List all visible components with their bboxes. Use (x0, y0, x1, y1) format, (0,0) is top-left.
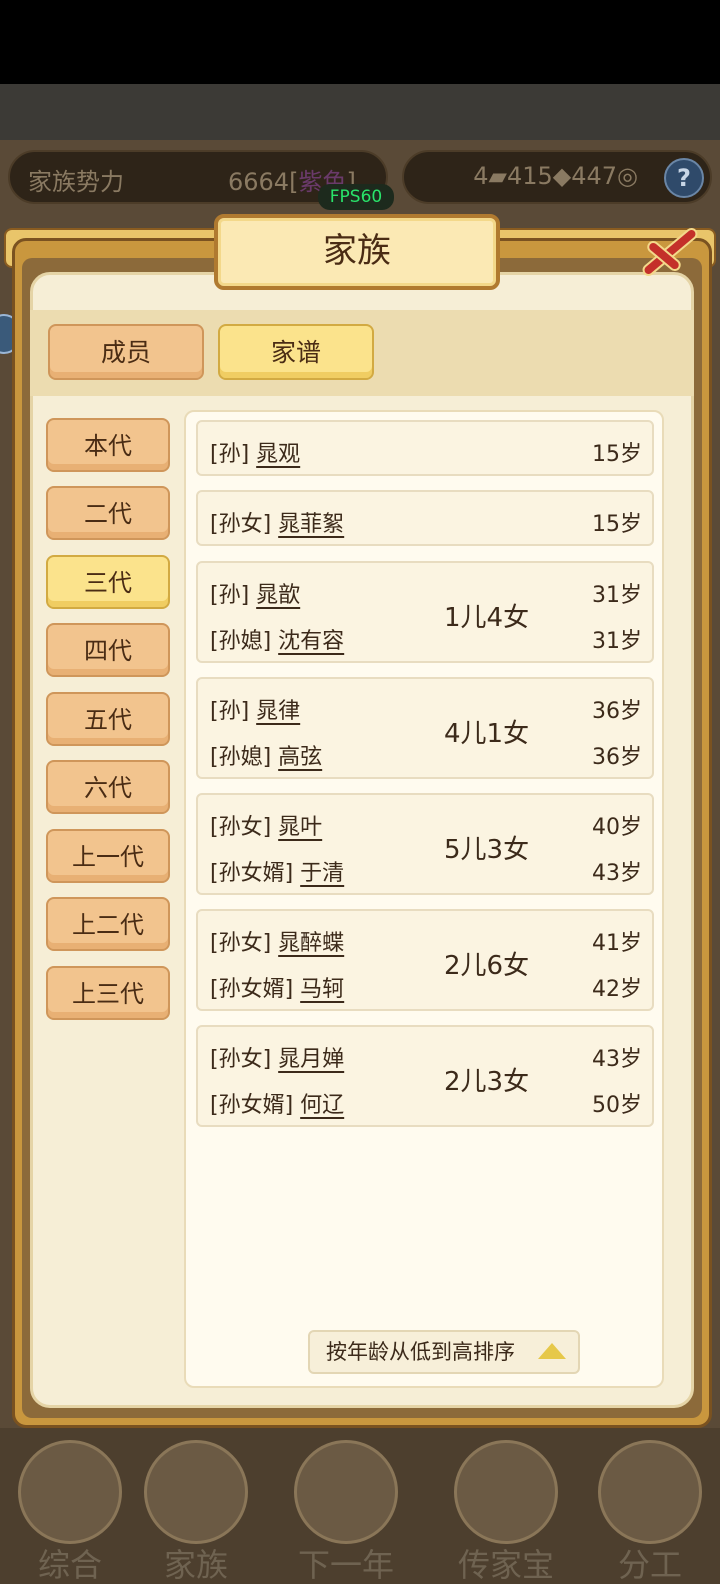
sort-label: 按年龄从低到高排序 (326, 1340, 515, 1364)
nav-overview[interactable]: 综合 (10, 1436, 130, 1584)
list-item[interactable]: [孙女] 晁醉蝶 [孙女婿] 马轲 2儿6女 41岁 42岁 (196, 909, 654, 1011)
list-item[interactable]: [孙] 晁歆 [孙媳] 沈有容 1儿4女 31岁 31岁 (196, 561, 654, 663)
generation-button-prev-one[interactable]: 上一代 (46, 829, 170, 883)
nav-family[interactable]: 家族 (136, 1436, 256, 1584)
dialog-title: 家族 (214, 214, 500, 290)
sort-ascending-icon (538, 1343, 566, 1359)
member-role: [孙女] (210, 512, 272, 537)
house-icon (144, 1440, 248, 1544)
help-button[interactable]: ? (664, 158, 704, 198)
member-line: [孙女] 晁叶 (210, 809, 322, 841)
spouse-role: [孙媳] (210, 629, 272, 654)
family-power-label: 家族势力 (28, 168, 124, 196)
jade-icon (454, 1440, 558, 1544)
spouse-age: 31岁 (592, 629, 642, 654)
children-count: 2儿3女 (444, 1067, 530, 1097)
spouse-role: [孙女婿] (210, 1093, 294, 1118)
member-role: [孙女] (210, 931, 272, 956)
generation-button-third[interactable]: 三代 (46, 555, 170, 609)
spouse-role: [孙女婿] (210, 861, 294, 886)
nav-label: 分工 (617, 1546, 682, 1584)
member-name-link[interactable]: 晁律 (256, 699, 300, 724)
member-role: [孙女] (210, 1047, 272, 1072)
member-name-link[interactable]: 晁醉蝶 (278, 931, 344, 956)
spouse-age: 36岁 (592, 745, 642, 770)
member-age: 40岁 (592, 815, 642, 840)
mountain-icon (294, 1440, 398, 1544)
spouse-line: [孙女婿] 马轲 (210, 971, 344, 1003)
spouse-name-link[interactable]: 何辽 (300, 1093, 344, 1118)
children-count: 2儿6女 (444, 951, 530, 981)
fps-counter: FPS60 (318, 184, 394, 210)
member-age: 41岁 (592, 931, 642, 956)
spouse-age: 42岁 (592, 977, 642, 1002)
spouse-line: [孙女婿] 何辽 (210, 1087, 344, 1119)
member-line: [孙女] 晁醉蝶 (210, 925, 344, 957)
list-item[interactable]: [孙] 晁律 [孙媳] 高弦 4儿1女 36岁 36岁 (196, 677, 654, 779)
member-name-link[interactable]: 晁观 (256, 442, 300, 467)
spouse-name-link[interactable]: 于清 (300, 861, 344, 886)
list-item[interactable]: [孙女] 晁月婵 [孙女婿] 何辽 2儿3女 43岁 50岁 (196, 1025, 654, 1127)
nav-assignment[interactable]: 分工 (590, 1436, 710, 1584)
spouse-name-link[interactable]: 高弦 (278, 745, 322, 770)
resource-hud: 4▰415◆447◎ ? (402, 150, 712, 204)
spouse-role: [孙女婿] (210, 977, 294, 1002)
member-age: 15岁 (592, 442, 642, 467)
background-strip (0, 84, 720, 140)
generation-button-prev-three[interactable]: 上三代 (46, 966, 170, 1020)
children-count: 4儿1女 (444, 719, 530, 749)
portrait-icon (598, 1440, 702, 1544)
nav-label: 下一年 (297, 1546, 394, 1584)
spouse-age: 50岁 (592, 1093, 642, 1118)
member-line: [孙女] 晁月婵 (210, 1041, 344, 1073)
spouse-role: [孙媳] (210, 745, 272, 770)
generation-button-fifth[interactable]: 五代 (46, 692, 170, 746)
nav-heirloom[interactable]: 传家宝 (446, 1436, 566, 1584)
member-role: [孙] (210, 442, 250, 467)
sort-by-age-button[interactable]: 按年龄从低到高排序 (308, 1330, 580, 1374)
member-line: [孙女] 晁菲絮 (210, 506, 344, 538)
generation-button-second[interactable]: 二代 (46, 486, 170, 540)
spouse-line: [孙媳] 高弦 (210, 739, 322, 771)
spouse-name-link[interactable]: 马轲 (300, 977, 344, 1002)
status-bar (0, 0, 720, 84)
generation-button-current[interactable]: 本代 (46, 418, 170, 472)
list-item[interactable]: [孙] 晁观 15岁 (196, 420, 654, 476)
member-role: [孙女] (210, 815, 272, 840)
member-role: [孙] (210, 583, 250, 608)
member-line: [孙] 晁观 (210, 436, 300, 468)
member-role: [孙] (210, 699, 250, 724)
member-line: [孙] 晁歆 (210, 577, 300, 609)
resource-values: 4▰415◆447◎ (473, 162, 638, 190)
generation-button-fourth[interactable]: 四代 (46, 623, 170, 677)
member-name-link[interactable]: 晁叶 (278, 815, 322, 840)
tab-family-tree[interactable]: 家谱 (218, 324, 374, 380)
family-list-panel (184, 410, 664, 1388)
tab-members[interactable]: 成员 (48, 324, 204, 380)
nav-next-year[interactable]: 下一年 (286, 1436, 406, 1584)
scroll-icon (18, 1440, 122, 1544)
spouse-line: [孙女婿] 于清 (210, 855, 344, 887)
generation-button-prev-two[interactable]: 上二代 (46, 897, 170, 951)
spouse-name-link[interactable]: 沈有容 (278, 629, 344, 654)
nav-label: 传家宝 (457, 1546, 554, 1584)
member-line: [孙] 晁律 (210, 693, 300, 725)
close-button[interactable] (630, 216, 706, 286)
spouse-line: [孙媳] 沈有容 (210, 623, 344, 655)
list-item[interactable]: [孙女] 晁叶 [孙女婿] 于清 5儿3女 40岁 43岁 (196, 793, 654, 895)
nav-label: 综合 (37, 1546, 102, 1584)
list-item[interactable]: [孙女] 晁菲絮 15岁 (196, 490, 654, 546)
member-name-link[interactable]: 晁菲絮 (278, 512, 344, 537)
member-age: 36岁 (592, 699, 642, 724)
children-count: 5儿3女 (444, 835, 530, 865)
children-count: 1儿4女 (444, 603, 530, 633)
member-age: 15岁 (592, 512, 642, 537)
generation-button-sixth[interactable]: 六代 (46, 760, 170, 814)
nav-label: 家族 (163, 1546, 228, 1584)
member-age: 43岁 (592, 1047, 642, 1072)
member-name-link[interactable]: 晁月婵 (278, 1047, 344, 1072)
member-name-link[interactable]: 晁歆 (256, 583, 300, 608)
member-age: 31岁 (592, 583, 642, 608)
spouse-age: 43岁 (592, 861, 642, 886)
